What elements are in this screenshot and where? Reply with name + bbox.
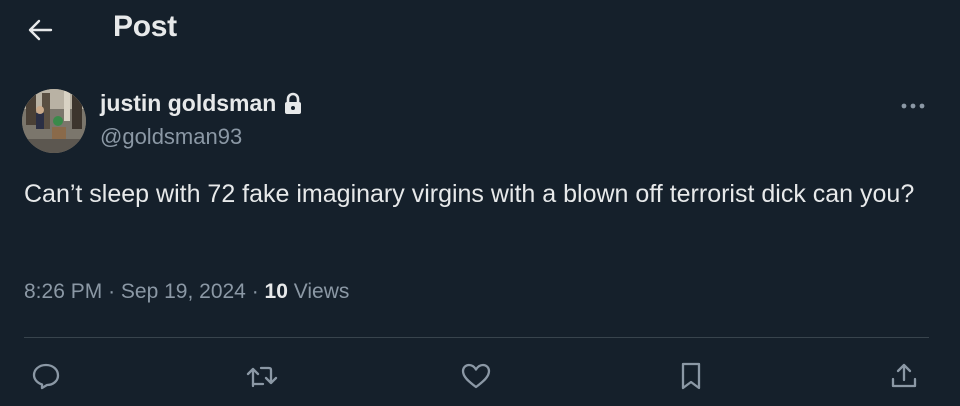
views-count: 10 (264, 280, 288, 303)
more-dots-icon (900, 102, 926, 110)
repost-icon (245, 361, 279, 391)
tweet-date[interactable]: Sep 19, 2024 (121, 280, 246, 303)
more-options-button[interactable] (893, 88, 933, 124)
avatar[interactable] (22, 89, 86, 153)
share-icon (889, 361, 919, 391)
reply-button[interactable] (28, 358, 64, 394)
bookmark-button[interactable] (673, 358, 709, 394)
author-handle[interactable]: @goldsman93 (100, 124, 242, 150)
author-name-text: justin goldsman (100, 90, 277, 116)
share-button[interactable] (886, 358, 922, 394)
meta-separator: · (108, 280, 116, 303)
divider (24, 337, 929, 338)
post-page: Post justin goldsman @goldsman93 Can’t s… (0, 0, 960, 406)
tweet-time[interactable]: 8:26 PM (24, 280, 102, 303)
reply-icon (31, 361, 61, 391)
bookmark-icon (678, 361, 704, 391)
lock-icon (282, 92, 304, 116)
views-label: Views (293, 280, 350, 303)
page-title: Post (113, 10, 177, 43)
tweet-text: Can’t sleep with 72 fake imaginary virgi… (24, 180, 915, 208)
header: Post (0, 0, 960, 58)
author-display-name[interactable]: justin goldsman (100, 90, 304, 117)
like-button[interactable] (458, 358, 494, 394)
back-button[interactable] (22, 12, 58, 48)
meta-separator: · (251, 280, 259, 303)
repost-button[interactable] (244, 358, 280, 394)
arrow-left-icon (27, 18, 53, 42)
tweet-metadata: 8:26 PM · Sep 19, 2024 · 10 Views (24, 280, 349, 304)
heart-icon (460, 361, 492, 391)
